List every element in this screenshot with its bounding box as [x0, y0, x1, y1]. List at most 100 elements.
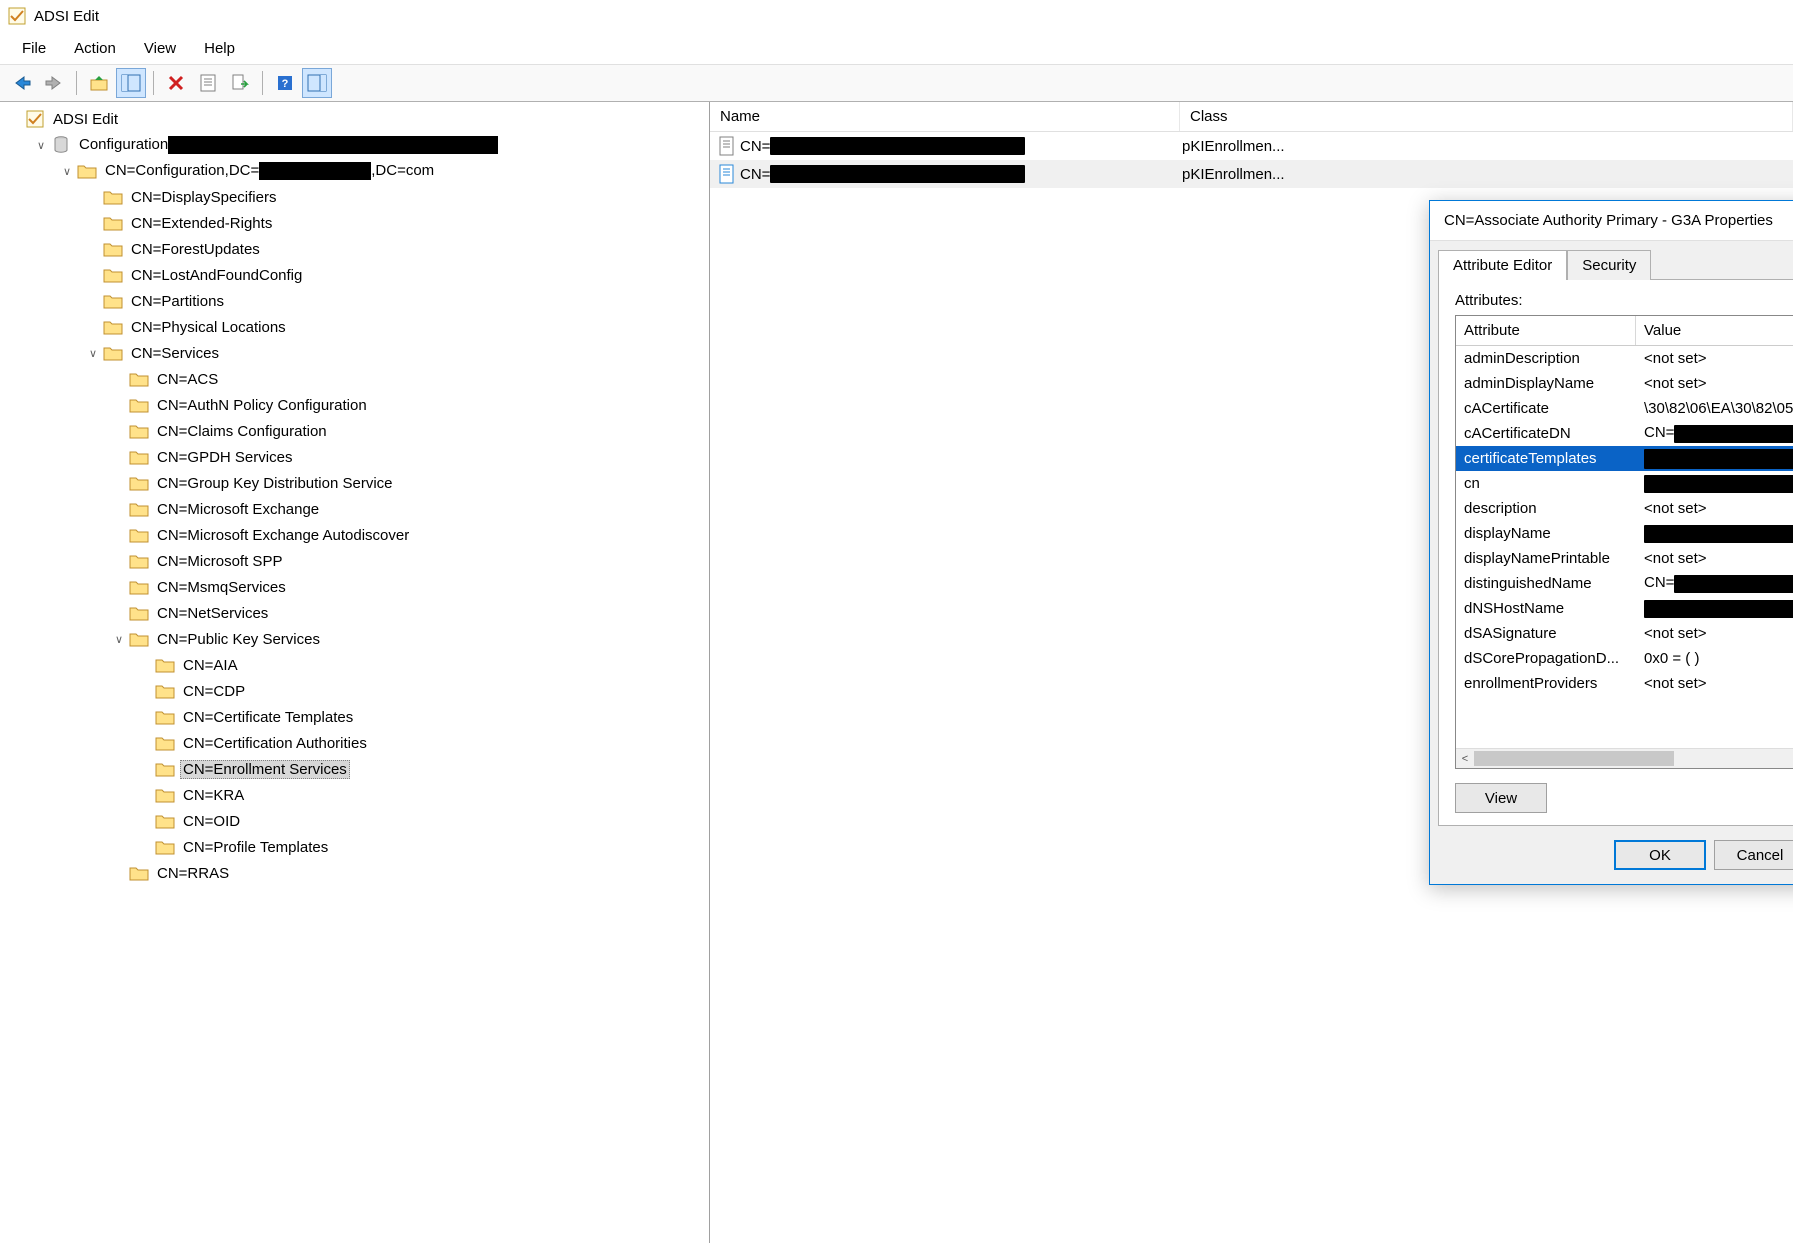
attributes-label: Attributes: — [1455, 292, 1793, 309]
attribute-row[interactable]: enrollmentProviders<not set> — [1456, 671, 1793, 696]
expander-icon[interactable]: ∨ — [32, 136, 50, 154]
up-level-button[interactable] — [84, 68, 114, 98]
folder-icon — [128, 498, 150, 520]
folder-icon — [128, 472, 150, 494]
folder-icon — [154, 810, 176, 832]
toolbar-separator — [76, 71, 77, 95]
tree-gpdh[interactable]: ▶CN=GPDH Services — [110, 444, 709, 470]
expander-icon[interactable]: ∨ — [58, 162, 76, 180]
tree-oid[interactable]: ▶CN=OID — [136, 808, 709, 834]
tree-configuration-dn[interactable]: ∨ CN=Configuration,DC=,DC=com — [58, 158, 709, 184]
tree-authn-policy[interactable]: ▶CN=AuthN Policy Configuration — [110, 392, 709, 418]
tree-certificate-templates[interactable]: ▶CN=Certificate Templates — [136, 704, 709, 730]
properties-button[interactable] — [193, 68, 223, 98]
folder-icon — [128, 550, 150, 572]
attribute-row[interactable]: certificateTemplates — [1456, 446, 1793, 471]
tree-ms-exchange-autodiscover[interactable]: ▶CN=Microsoft Exchange Autodiscover — [110, 522, 709, 548]
dialog-title: CN=Associate Authority Primary - G3A Pro… — [1444, 212, 1793, 229]
tree-rras[interactable]: ▶CN=RRAS — [110, 860, 709, 886]
attribute-name: dSCorePropagationD... — [1456, 650, 1636, 667]
help-button[interactable]: ? — [270, 68, 300, 98]
tree-group-key[interactable]: ▶CN=Group Key Distribution Service — [110, 470, 709, 496]
action-pane-button[interactable] — [302, 68, 332, 98]
export-list-button[interactable] — [225, 68, 255, 98]
tree-lost-and-found[interactable]: ▶CN=LostAndFoundConfig — [84, 262, 709, 288]
col-attribute[interactable]: Attribute — [1456, 316, 1636, 345]
tree-ms-spp[interactable]: ▶CN=Microsoft SPP — [110, 548, 709, 574]
list-item[interactable]: CN=pKIEnrollmen... — [710, 132, 1793, 160]
main-window: ADSI Edit File Action View Help — [0, 0, 1793, 1243]
nav-back-button[interactable] — [7, 68, 37, 98]
list-item[interactable]: CN=pKIEnrollmen... — [710, 160, 1793, 188]
tree-ms-exchange[interactable]: ▶CN=Microsoft Exchange — [110, 496, 709, 522]
attribute-row[interactable]: cn — [1456, 471, 1793, 496]
tab-attribute-editor[interactable]: Attribute Editor — [1438, 250, 1567, 280]
tree-panel[interactable]: ▶ ADSI Edit ∨ — [0, 102, 710, 1243]
attribute-row[interactable]: dNSHostName — [1456, 596, 1793, 621]
folder-icon — [154, 680, 176, 702]
tree-kra[interactable]: ▶CN=KRA — [136, 782, 709, 808]
attribute-value: CN= — [1636, 424, 1793, 442]
tree-claims[interactable]: ▶CN=Claims Configuration — [110, 418, 709, 444]
menu-view[interactable]: View — [130, 36, 190, 61]
tree-physical-locations[interactable]: ▶CN=Physical Locations — [84, 314, 709, 340]
col-value[interactable]: Value — [1636, 316, 1793, 345]
redacted-text — [770, 137, 1025, 155]
tree-certification-authorities[interactable]: ▶CN=Certification Authorities — [136, 730, 709, 756]
tree-config-label: Configuration — [79, 136, 168, 153]
attribute-row[interactable]: dSASignature<not set> — [1456, 621, 1793, 646]
attribute-row[interactable]: description<not set> — [1456, 496, 1793, 521]
view-button[interactable]: View — [1455, 783, 1547, 813]
attribute-name: displayName — [1456, 525, 1636, 542]
attribute-row[interactable]: adminDisplayName<not set> — [1456, 371, 1793, 396]
attribute-value: 0x0 = ( ) — [1636, 650, 1793, 667]
tree-root-adsi-edit[interactable]: ▶ ADSI Edit — [6, 106, 709, 132]
cancel-button[interactable]: Cancel — [1714, 840, 1793, 870]
dialog-titlebar: CN=Associate Authority Primary - G3A Pro… — [1430, 201, 1793, 241]
menu-help[interactable]: Help — [190, 36, 249, 61]
folder-icon — [102, 264, 124, 286]
tree-profile-templates[interactable]: ▶CN=Profile Templates — [136, 834, 709, 860]
tree-msmq[interactable]: ▶CN=MsmqServices — [110, 574, 709, 600]
tree-cdp[interactable]: ▶CN=CDP — [136, 678, 709, 704]
attribute-row[interactable]: displayNamePrintable<not set> — [1456, 546, 1793, 571]
attribute-row[interactable]: cACertificateDNCN= — [1456, 421, 1793, 446]
ok-button[interactable]: OK — [1614, 840, 1706, 870]
tree-partitions[interactable]: ▶CN=Partitions — [84, 288, 709, 314]
show-hide-tree-button[interactable] — [116, 68, 146, 98]
attribute-value — [1636, 524, 1793, 542]
attribute-row[interactable]: adminDescription<not set> — [1456, 346, 1793, 371]
tree-configuration-partition[interactable]: ∨ Configuration — [32, 132, 709, 158]
delete-button[interactable] — [161, 68, 191, 98]
menu-action[interactable]: Action — [60, 36, 130, 61]
menu-file[interactable]: File — [8, 36, 60, 61]
tree-display-specifiers[interactable]: ▶CN=DisplaySpecifiers — [84, 184, 709, 210]
tab-security[interactable]: Security — [1567, 250, 1651, 280]
scroll-left-icon[interactable]: < — [1456, 753, 1474, 765]
tree-acs[interactable]: ▶CN=ACS — [110, 366, 709, 392]
nav-forward-button[interactable] — [39, 68, 69, 98]
tree-forest-updates[interactable]: ▶CN=ForestUpdates — [84, 236, 709, 262]
redacted-text — [1674, 425, 1793, 443]
tree-extended-rights[interactable]: ▶CN=Extended-Rights — [84, 210, 709, 236]
expander-icon[interactable]: ∨ — [110, 630, 128, 648]
tree-netservices[interactable]: ▶CN=NetServices — [110, 600, 709, 626]
folder-icon — [154, 706, 176, 728]
attribute-row[interactable]: distinguishedNameCN= — [1456, 571, 1793, 596]
attribute-value: <not set> — [1636, 675, 1793, 692]
attribute-value — [1636, 599, 1793, 617]
list-col-name[interactable]: Name — [710, 102, 1180, 131]
attribute-row[interactable]: cACertificate\30\82\06\EA\30\82\05\D2\A0… — [1456, 396, 1793, 421]
attribute-name: cACertificate — [1456, 400, 1636, 417]
list-col-class[interactable]: Class — [1180, 102, 1793, 131]
tree-public-key-services[interactable]: ∨CN=Public Key Services — [110, 626, 709, 652]
tree-services[interactable]: ∨CN=Services — [84, 340, 709, 366]
attributes-table[interactable]: Attribute Value ▲ adminDescription<not s… — [1455, 315, 1793, 769]
tree-enrollment-services[interactable]: ▶CN=Enrollment Services — [136, 756, 709, 782]
expander-icon[interactable]: ∨ — [84, 344, 102, 362]
attribute-row[interactable]: displayName — [1456, 521, 1793, 546]
list-panel[interactable]: Name Class CN=pKIEnrollmen...CN=pKIEnrol… — [710, 102, 1793, 1243]
horizontal-scrollbar[interactable]: < > — [1456, 748, 1793, 768]
tree-aia[interactable]: ▶CN=AIA — [136, 652, 709, 678]
attribute-row[interactable]: dSCorePropagationD...0x0 = ( ) — [1456, 646, 1793, 671]
